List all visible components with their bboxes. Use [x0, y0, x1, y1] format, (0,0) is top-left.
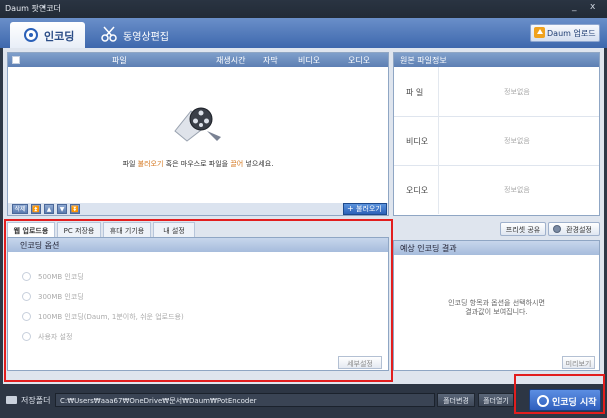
chevron-down-icon[interactable]: ▾	[42, 3, 46, 11]
file-list-header: 파일 재생시간 자막 비디오 오디오	[8, 53, 388, 67]
close-button[interactable]: x	[590, 2, 595, 12]
film-reel-icon	[174, 107, 221, 142]
mode-header: 인코딩 동영상편집 Daum 업로드	[0, 18, 607, 48]
move-up-button[interactable]: ▲	[44, 204, 54, 214]
info-value: 정보없음	[504, 186, 530, 194]
scissors-icon	[101, 26, 117, 42]
save-path-field[interactable]: C:₩Users₩aaa67₩OneDrive₩문서₩Daum₩PotEncod…	[55, 393, 435, 407]
encoding-icon	[24, 28, 38, 42]
drop-hint-mid: 혹은 마우스로 파일을	[163, 160, 231, 168]
source-info-header: 원본 파일정보	[394, 53, 599, 67]
open-folder-button[interactable]: 폴더열기	[478, 393, 514, 407]
daum-upload-button[interactable]: Daum 업로드	[530, 24, 600, 42]
folder-icon	[6, 396, 17, 404]
result-message-line1: 인코딩 항목과 옵션을 선택하시면	[448, 299, 545, 307]
app-title: Daum 팟인코더	[5, 4, 61, 13]
move-down-button[interactable]: ▼	[57, 204, 67, 214]
file-toolbar: 삭제 ⏫ ▲ ▼ ⏬ + 불러오기	[8, 203, 388, 215]
title-bar: Daum 팟인코더 ▾ _ x	[0, 0, 607, 18]
expected-result-header: 예상 인코딩 결과	[394, 241, 599, 255]
plus-icon: +	[347, 204, 354, 213]
load-link[interactable]: 불러오기	[138, 160, 164, 168]
result-message: 인코딩 항목과 옵션을 선택하시면 결과값이 보여집니다.	[414, 299, 579, 317]
upload-icon	[534, 27, 545, 38]
info-key: 오디오	[406, 186, 429, 195]
tab-video-edit-label: 동영상편집	[123, 32, 169, 43]
drop-hint-prefix: 파일	[122, 160, 138, 168]
info-row-audio: 오디오 정보없음	[394, 165, 599, 214]
drag-link: 끌어	[230, 160, 244, 168]
environment-settings-label: 환경설정	[566, 226, 592, 234]
tab-video-edit[interactable]: 동영상편집	[100, 22, 190, 48]
expected-result-title: 예상 인코딩 결과	[400, 244, 457, 253]
highlight-box-options	[4, 219, 393, 382]
column-video[interactable]: 비디오	[298, 55, 320, 66]
source-info-panel: 원본 파일정보 파 일 정보없음 비디오 정보없음 오디오 정보없음	[393, 52, 600, 216]
minimize-button[interactable]: _	[572, 2, 577, 12]
environment-settings-button[interactable]: 환경설정	[548, 222, 600, 236]
column-duration[interactable]: 재생시간	[216, 55, 245, 66]
info-value: 정보없음	[504, 88, 530, 96]
info-key: 파 일	[406, 88, 424, 97]
tab-encoding[interactable]: 인코딩	[10, 22, 85, 48]
info-value: 정보없음	[504, 137, 530, 145]
save-folder-label: 저장폴더	[21, 396, 51, 405]
drop-hint-suffix: 넣으세요.	[243, 160, 274, 168]
column-subtitle[interactable]: 자막	[263, 55, 278, 66]
drop-hint: 파일 불러오기 혹은 마우스로 파일을 끌어 넣으세요.	[8, 159, 388, 169]
change-folder-button[interactable]: 폴더변경	[437, 393, 475, 407]
result-message-line2: 결과값이 보여집니다.	[465, 308, 528, 316]
delete-button[interactable]: 삭제	[12, 204, 28, 214]
load-button[interactable]: + 불러오기	[343, 203, 387, 215]
column-file[interactable]: 파일	[112, 55, 127, 66]
info-row-file: 파 일 정보없음	[394, 67, 599, 117]
highlight-box-start	[514, 374, 605, 414]
expected-result-panel: 예상 인코딩 결과 인코딩 항목과 옵션을 선택하시면 결과값이 보여집니다. …	[393, 240, 600, 371]
source-info-title: 원본 파일정보	[400, 56, 447, 65]
move-bottom-button[interactable]: ⏬	[70, 204, 80, 214]
column-audio[interactable]: 오디오	[348, 55, 370, 66]
info-key: 비디오	[406, 137, 429, 146]
move-top-button[interactable]: ⏫	[31, 204, 41, 214]
preset-share-button[interactable]: 프리셋 공유	[500, 222, 546, 236]
gear-icon	[553, 225, 561, 233]
file-list-panel[interactable]: 파일 재생시간 자막 비디오 오디오 파일 불러오기 혹은 마우스로 파일을 끌…	[7, 52, 389, 216]
select-all-checkbox[interactable]	[12, 56, 20, 64]
preview-button[interactable]: 미리보기	[562, 356, 595, 369]
load-button-label: 불러오기	[356, 205, 382, 213]
tab-encoding-label: 인코딩	[44, 30, 75, 43]
daum-upload-label: Daum 업로드	[547, 29, 596, 38]
info-row-video: 비디오 정보없음	[394, 116, 599, 166]
